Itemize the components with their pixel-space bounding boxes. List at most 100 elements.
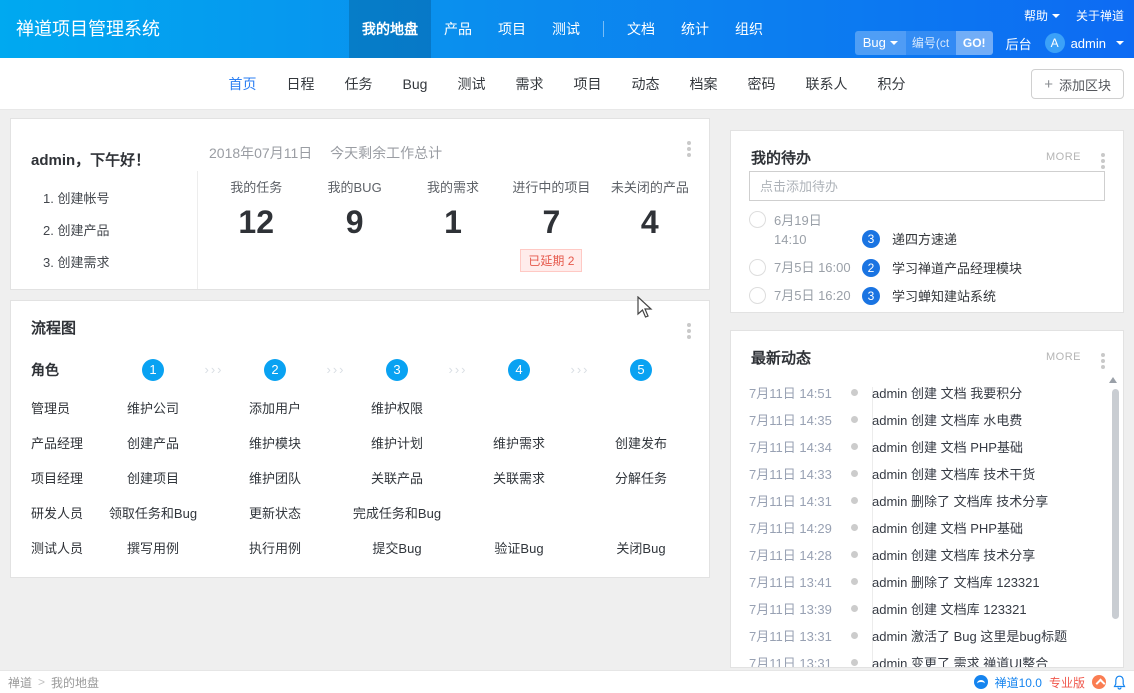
plus-icon: + [1044,76,1053,93]
tab-contacts[interactable]: 联系人 [790,58,862,110]
dynamic-text[interactable]: admin 创建 文档库 技术分享 [872,545,1035,564]
flow-link[interactable]: 创建产品 [92,426,214,461]
flow-link[interactable]: 分解任务 [580,461,702,496]
more-link[interactable]: MORE [1046,351,1081,363]
main-menu-report[interactable]: 统计 [668,0,722,58]
stat-value[interactable]: 7 [502,204,600,241]
add-todo-input[interactable] [749,171,1105,201]
edition-link[interactable]: 专业版 [1049,674,1085,691]
main-menu-org[interactable]: 组织 [722,0,776,58]
stat-value[interactable]: 1 [404,204,502,241]
flow-link[interactable]: 添加用户 [214,391,336,426]
dynamic-text[interactable]: admin 创建 文档 PHP基础 [872,518,1023,537]
more-link[interactable]: MORE [1046,151,1081,163]
tab-score[interactable]: 积分 [862,58,920,110]
dynamic-text[interactable]: admin 创建 文档库 技术干货 [872,464,1035,483]
todo-text[interactable]: 递四方速递 [892,229,957,248]
flow-link[interactable]: 维护公司 [92,391,214,426]
todo-checkbox[interactable] [749,259,766,276]
version-link[interactable]: 禅道10.0 [995,674,1042,691]
quick-step-create-product[interactable]: 2. 创建产品 [43,215,109,247]
panel-menu-icon[interactable] [687,141,691,145]
stat-value[interactable]: 12 [207,204,305,241]
flow-link[interactable]: 执行用例 [214,531,336,566]
breadcrumb-separator: > [38,675,45,689]
main-menu-doc[interactable]: 文档 [614,0,668,58]
tab-bug[interactable]: Bug [388,58,443,110]
flow-link[interactable]: 撰写用例 [92,531,214,566]
main-menu-my[interactable]: 我的地盘 [349,0,431,58]
flow-role: 研发人员 [31,496,83,531]
breadcrumb-current[interactable]: 我的地盘 [51,674,99,691]
quick-step-create-account[interactable]: 1. 创建帐号 [43,183,109,215]
search-type-dropdown[interactable]: Bug [855,31,906,55]
flow-step-4: 4 [508,359,530,381]
help-menu[interactable]: 帮助 [1024,7,1060,24]
flow-link[interactable]: 关联需求 [458,461,580,496]
panel-menu-icon[interactable] [687,323,691,327]
flow-link[interactable]: 维护计划 [336,426,458,461]
todo-checkbox[interactable] [749,211,766,228]
flow-link[interactable]: 维护团队 [214,461,336,496]
about-link[interactable]: 关于禅道 [1076,7,1124,24]
backstage-link[interactable]: 后台 [1006,34,1032,53]
work-summary-label: 今天剩余工作总计 [330,145,442,161]
scrollbar-thumb[interactable] [1112,389,1119,619]
main-menu-product[interactable]: 产品 [431,0,485,58]
tab-dynamic[interactable]: 动态 [616,58,674,110]
delayed-badge[interactable]: 已延期 2 [520,249,582,272]
flow-link[interactable]: 关联产品 [336,461,458,496]
tab-task[interactable]: 任务 [330,58,388,110]
dynamic-text[interactable]: admin 创建 文档 PHP基础 [872,437,1023,456]
flow-link[interactable]: 维护需求 [458,426,580,461]
dynamic-text[interactable]: admin 变更了 需求 禅道UI整合 [872,653,1048,668]
menu-divider [603,21,604,37]
main-menu-qa[interactable]: 测试 [539,0,593,58]
quick-step-create-story[interactable]: 3. 创建需求 [43,247,109,279]
todo-text[interactable]: 学习蝉知建站系统 [892,286,996,305]
tab-calendar[interactable]: 日程 [272,58,330,110]
flow-link[interactable]: 验证Bug [458,531,580,566]
tab-password[interactable]: 密码 [732,58,790,110]
flow-link[interactable]: 创建项目 [92,461,214,496]
dynamic-text[interactable]: admin 创建 文档库 水电费 [872,410,1022,429]
add-block-button[interactable]: + 添加区块 [1031,69,1124,99]
flow-step-1: 1 [142,359,164,381]
flow-link[interactable]: 更新状态 [214,496,336,531]
flow-link[interactable]: 创建发布 [580,426,702,461]
stat-value[interactable]: 9 [305,204,403,241]
tab-story[interactable]: 需求 [500,58,558,110]
search-go-button[interactable]: GO! [956,31,993,55]
breadcrumb-home[interactable]: 禅道 [8,674,32,691]
stat-label: 我的BUG [305,177,403,196]
dynamic-text[interactable]: admin 删除了 文档库 技术分享 [872,491,1048,510]
scrollbar-up-icon[interactable] [1109,377,1117,383]
flow-link[interactable]: 提交Bug [336,531,458,566]
dynamic-text[interactable]: admin 创建 文档 我要积分 [872,383,1022,402]
flow-link[interactable]: 完成任务和Bug [336,496,458,531]
user-menu[interactable]: A admin [1045,33,1124,53]
tab-test[interactable]: 测试 [442,58,500,110]
dynamics-list: 7月11日 14:51admin 创建 文档 我要积分 7月11日 14:35a… [749,379,1109,668]
tab-home[interactable]: 首页 [214,58,272,110]
dynamic-text[interactable]: admin 创建 文档库 123321 [872,599,1027,618]
panel-menu-icon[interactable] [1101,153,1105,157]
flow-link[interactable]: 关闭Bug [580,531,702,566]
flow-link[interactable]: 领取任务和Bug [92,496,214,531]
dynamic-text[interactable]: admin 删除了 文档库 123321 [872,572,1040,591]
search-input[interactable] [906,31,956,55]
flow-link[interactable]: 维护模块 [214,426,336,461]
todo-text[interactable]: 学习禅道产品经理模块 [892,258,1022,277]
tab-profile[interactable]: 档案 [674,58,732,110]
main-menu-project[interactable]: 项目 [485,0,539,58]
avatar: A [1045,33,1065,53]
upgrade-icon[interactable] [1092,675,1106,689]
todo-checkbox[interactable] [749,287,766,304]
bell-icon[interactable] [1113,675,1126,690]
flow-link[interactable]: 维护权限 [336,391,458,426]
stat-value[interactable]: 4 [601,204,699,241]
tab-project[interactable]: 项目 [558,58,616,110]
panel-menu-icon[interactable] [1101,353,1105,357]
dynamic-text[interactable]: admin 激活了 Bug 这里是bug标题 [872,626,1067,645]
flow-row-project-manager: 项目经理 创建项目 维护团队 关联产品 关联需求 分解任务 [11,461,709,496]
